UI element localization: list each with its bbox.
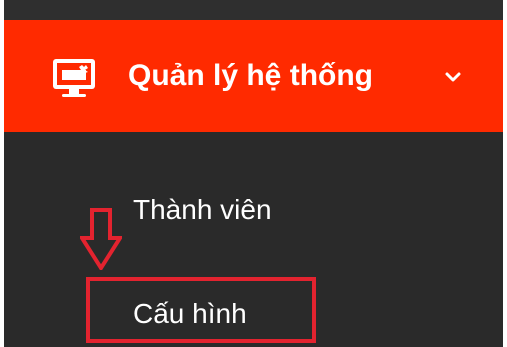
menu-group-system-management[interactable]: Quản lý hệ thống — [4, 20, 503, 132]
submenu-item-members[interactable]: Thành viên — [133, 190, 272, 230]
menu-group-label: Quản lý hệ thống — [128, 59, 373, 92]
chevron-down-icon[interactable] — [444, 70, 462, 84]
down-arrow-icon — [80, 208, 122, 270]
submenu-item-configuration[interactable]: Cấu hình — [133, 294, 247, 334]
sidebar-top-strip — [4, 0, 503, 20]
submenu-list: Thành viên Cấu hình — [4, 132, 503, 347]
monitor-icon — [53, 59, 95, 97]
sidebar: Quản lý hệ thống Thành viên Cấu hình — [4, 0, 503, 347]
